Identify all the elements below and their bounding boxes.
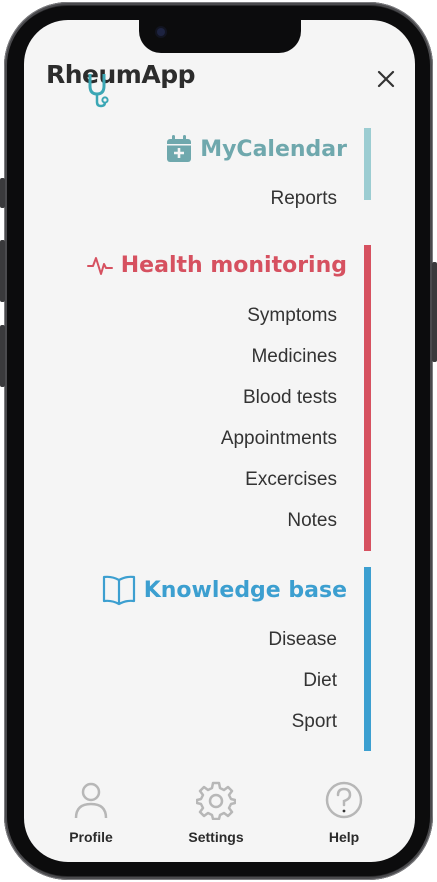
notch: [139, 20, 301, 53]
menu-item-reports[interactable]: Reports: [270, 188, 337, 210]
nav-help-label: Help: [328, 829, 360, 845]
nav-settings[interactable]: Settings: [181, 780, 251, 845]
health-section-title: Health monitoring: [120, 253, 347, 278]
knowledge-section-title: Knowledge base: [143, 577, 347, 603]
menu-item-appointments[interactable]: Appointments: [221, 428, 337, 450]
health-section-header[interactable]: Health monitoring: [86, 253, 347, 278]
help-icon: [325, 781, 363, 819]
menu-item-diet[interactable]: Diet: [303, 670, 337, 692]
app-screen: RheumApp MyCalendar Reports Health monit…: [24, 20, 415, 862]
menu-item-notes[interactable]: Notes: [287, 510, 337, 532]
menu-item-blood-tests[interactable]: Blood tests: [243, 387, 337, 409]
nav-settings-label: Settings: [188, 829, 244, 845]
nav-profile[interactable]: Profile: [56, 780, 126, 845]
menu-item-exercises[interactable]: Excercises: [245, 469, 337, 491]
side-button-power: [432, 262, 437, 362]
gear-icon: [195, 781, 237, 821]
menu-item-sport[interactable]: Sport: [292, 711, 337, 733]
side-button-mute: [0, 178, 5, 208]
menu-item-disease[interactable]: Disease: [268, 629, 337, 651]
health-section-bar: [364, 245, 371, 551]
camera: [157, 28, 165, 36]
side-button-volume-down: [0, 325, 5, 387]
side-button-volume-up: [0, 240, 5, 302]
close-button[interactable]: [375, 68, 397, 90]
calendar-plus-icon: [167, 135, 192, 162]
nav-help[interactable]: Help: [309, 780, 379, 845]
heartbeat-icon: [86, 256, 113, 275]
menu-item-symptoms[interactable]: Symptoms: [247, 305, 337, 327]
book-icon: [102, 575, 135, 606]
user-icon: [74, 782, 108, 819]
menu-item-medicines[interactable]: Medicines: [251, 346, 337, 368]
nav-profile-label: Profile: [69, 829, 113, 845]
app-logo: RheumApp: [46, 60, 196, 89]
calendar-section-title: MyCalendar: [200, 136, 347, 162]
knowledge-section-header[interactable]: Knowledge base: [102, 574, 347, 606]
calendar-section-bar: [364, 128, 371, 200]
stethoscope-icon: [88, 74, 109, 108]
calendar-section-header[interactable]: MyCalendar: [166, 135, 347, 163]
knowledge-section-bar: [364, 567, 371, 751]
